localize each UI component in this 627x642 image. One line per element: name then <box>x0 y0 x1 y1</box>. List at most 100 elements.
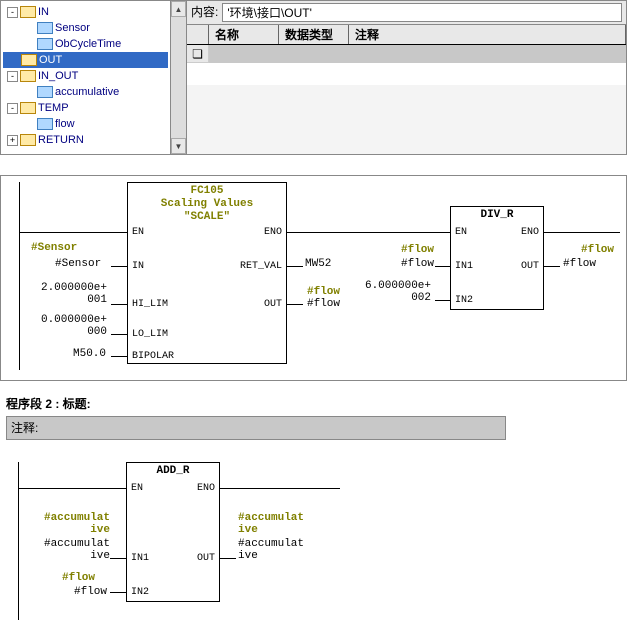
pin-in1: IN1 <box>131 553 149 564</box>
wire <box>287 266 303 267</box>
tree-node-flow[interactable]: flow <box>3 116 168 132</box>
pin-eno: ENO <box>264 227 282 238</box>
divr-block[interactable]: DIV_R EN ENO IN1 OUT IN2 <box>450 206 544 310</box>
divr-in2-value[interactable]: 6.000000e+ 002 <box>363 280 431 304</box>
var-icon <box>37 38 53 50</box>
divr-out-value[interactable]: #flow <box>563 258 596 270</box>
block-title: DIV_R <box>451 207 543 222</box>
pin-in1: IN1 <box>455 261 473 272</box>
out-symbol: #flow <box>307 286 340 298</box>
scroll-down-icon[interactable]: ▼ <box>171 138 186 154</box>
var-icon <box>37 118 53 130</box>
wire <box>435 266 450 267</box>
pin-in2: IN2 <box>131 587 149 598</box>
collapse-icon[interactable]: - <box>7 103 18 114</box>
wire <box>111 304 127 305</box>
grid-header: 名称 数据类型 注释 <box>187 25 626 45</box>
block-title: ADD_R <box>127 463 219 478</box>
network-2: ADD_R EN ENO IN1 OUT IN2 #accumulat ive … <box>0 456 627 630</box>
out-value[interactable]: #flow <box>307 298 340 310</box>
tree-label: IN_OUT <box>38 70 78 82</box>
var-icon <box>37 22 53 34</box>
path-value: '环境\接口\OUT' <box>222 3 622 22</box>
wire <box>544 266 560 267</box>
tree-node-return[interactable]: + RETURN <box>3 132 168 148</box>
folder-icon <box>20 70 36 82</box>
tree-node-out[interactable]: OUT <box>3 52 168 68</box>
tree-label: flow <box>55 118 75 130</box>
path-bar: 内容: '环境\接口\OUT' <box>187 1 626 25</box>
pin-eno: ENO <box>521 227 539 238</box>
lolim-value[interactable]: 0.000000e+ 000 <box>27 314 107 338</box>
tree-node-in[interactable]: - IN <box>3 4 168 20</box>
addr-out-value[interactable]: #accumulat ive <box>238 538 304 562</box>
tree-label: RETURN <box>38 134 84 146</box>
tree-label: OUT <box>39 54 62 66</box>
pin-bipolar: BIPOLAR <box>132 351 174 362</box>
row-marker: ❏ <box>187 45 209 63</box>
variable-tree[interactable]: - IN Sensor ObCycleTime OUT - <box>1 1 171 154</box>
sensor-value[interactable]: #Sensor <box>55 258 101 270</box>
tree-node-inout[interactable]: - IN_OUT <box>3 68 168 84</box>
wire <box>110 558 126 559</box>
tree-label: ObCycleTime <box>55 38 121 50</box>
grid-body[interactable]: ❏ <box>187 45 626 85</box>
folder-icon <box>20 6 36 18</box>
wire <box>287 304 303 305</box>
pin-lolim: LO_LIM <box>132 329 168 340</box>
collapse-icon[interactable]: - <box>7 7 18 18</box>
detail-panel: 内容: '环境\接口\OUT' 名称 数据类型 注释 ❏ <box>187 1 626 154</box>
tree-label: accumulative <box>55 86 119 98</box>
tree-node-acc[interactable]: accumulative <box>3 84 168 100</box>
collapse-icon[interactable]: - <box>7 71 18 82</box>
wire <box>544 232 620 233</box>
tree-scrollbar[interactable]: ▲ ▼ <box>171 1 187 154</box>
addr-in2-symbol: #flow <box>62 572 95 584</box>
pin-hilim: HI_LIM <box>132 299 168 310</box>
fc105-block[interactable]: FC105 Scaling Values "SCALE" EN ENO IN R… <box>127 182 287 364</box>
segment-2-comment[interactable]: 注释: <box>6 416 506 440</box>
pin-out: OUT <box>264 299 282 310</box>
pin-en: EN <box>131 483 143 494</box>
folder-icon <box>20 134 36 146</box>
wire <box>220 488 340 489</box>
power-rail <box>18 462 19 620</box>
wire <box>18 488 126 489</box>
wire <box>220 558 236 559</box>
divr-in1-value[interactable]: #flow <box>401 258 434 270</box>
grid-header-type[interactable]: 数据类型 <box>279 25 349 44</box>
network-1: FC105 Scaling Values "SCALE" EN ENO IN R… <box>0 175 627 381</box>
expand-icon[interactable]: + <box>7 135 18 146</box>
addr-in1-value[interactable]: #accumulat ive <box>30 538 110 562</box>
tree-node-obcycle[interactable]: ObCycleTime <box>3 36 168 52</box>
grid-header-marker <box>187 25 209 44</box>
divr-out-symbol: #flow <box>581 244 614 256</box>
addr-in2-value[interactable]: #flow <box>74 586 107 598</box>
folder-icon <box>20 102 36 114</box>
grid-row[interactable]: ❏ <box>187 45 626 63</box>
bipolar-value[interactable]: M50.0 <box>73 348 106 360</box>
retval-out[interactable]: MW52 <box>305 258 331 270</box>
top-panel: - IN Sensor ObCycleTime OUT - <box>0 0 627 155</box>
wire <box>435 300 450 301</box>
hilim-value[interactable]: 2.000000e+ 001 <box>27 282 107 306</box>
wire <box>110 592 126 593</box>
addr-in1-symbol: #accumulat ive <box>30 512 110 536</box>
pin-out: OUT <box>521 261 539 272</box>
tree-node-temp[interactable]: - TEMP <box>3 100 168 116</box>
addr-out-symbol: #accumulat ive <box>238 512 304 536</box>
pin-en: EN <box>455 227 467 238</box>
scroll-up-icon[interactable]: ▲ <box>171 1 186 17</box>
pin-en: EN <box>132 227 144 238</box>
sensor-symbol: #Sensor <box>31 242 77 254</box>
grid-header-name[interactable]: 名称 <box>209 25 279 44</box>
wire <box>19 232 127 233</box>
tree-label: IN <box>38 6 49 18</box>
block-title: FC105 Scaling Values "SCALE" <box>128 183 286 224</box>
var-icon <box>37 86 53 98</box>
tree-node-sensor[interactable]: Sensor <box>3 20 168 36</box>
grid-header-comment[interactable]: 注释 <box>349 25 626 44</box>
wire <box>111 356 127 357</box>
wire <box>111 334 127 335</box>
addr-block[interactable]: ADD_R EN ENO IN1 OUT IN2 <box>126 462 220 602</box>
